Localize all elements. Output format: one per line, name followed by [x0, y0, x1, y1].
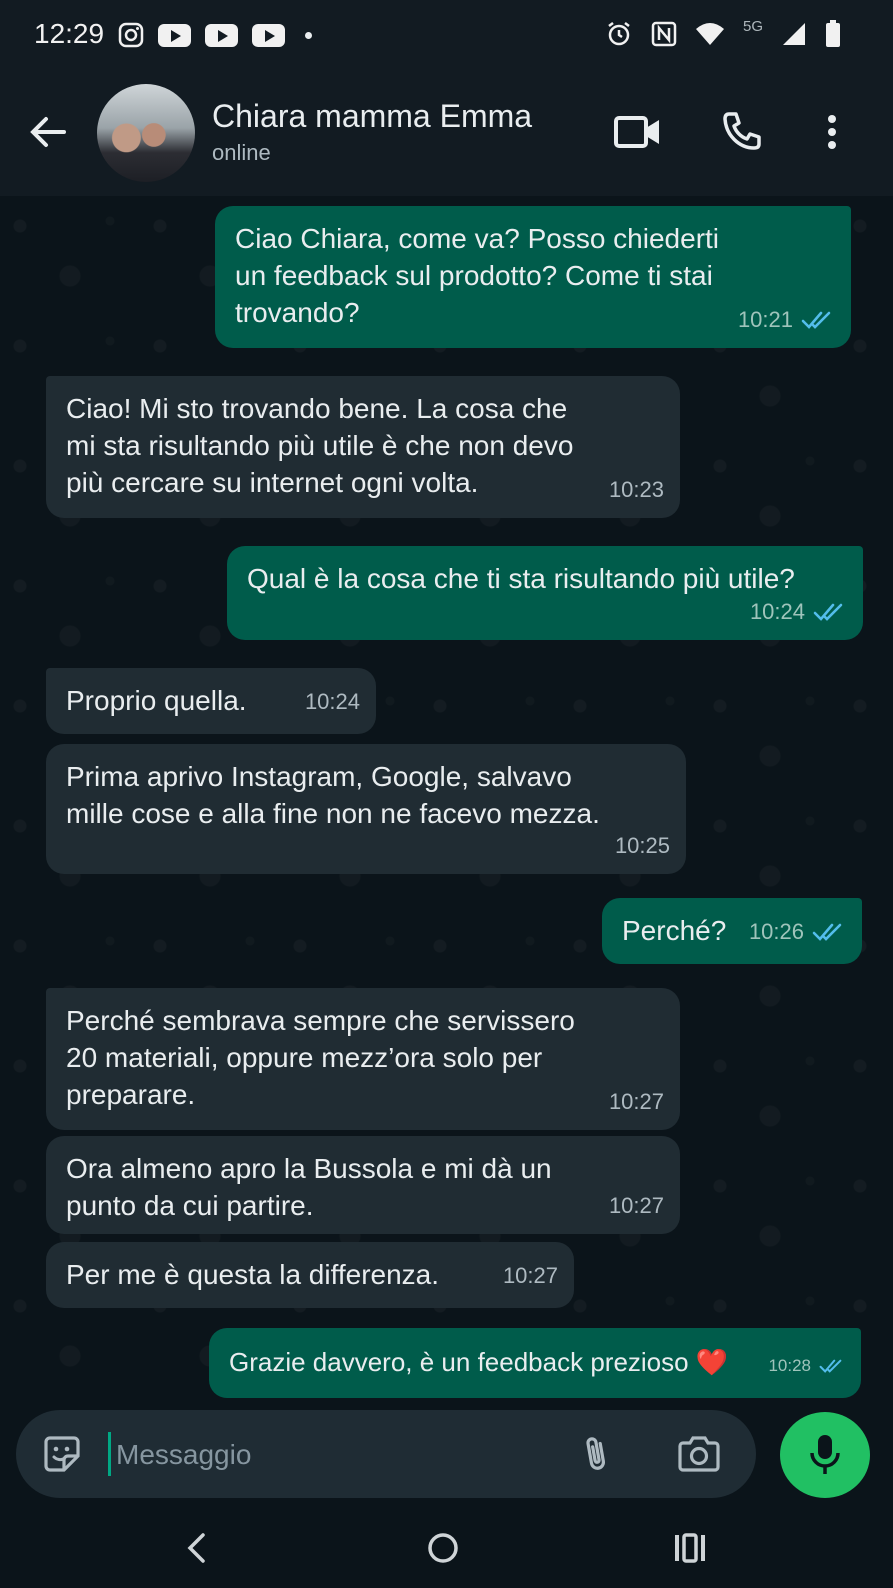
- more-notifications-dot-icon: [305, 31, 312, 39]
- message-time: 10:24: [749, 599, 805, 624]
- message-time: 10:26: [748, 919, 804, 944]
- instagram-icon: [118, 22, 144, 48]
- menu-button[interactable]: [806, 106, 858, 158]
- read-ticks-icon: [801, 311, 831, 329]
- message-bubble-incoming[interactable]: Prima aprivo Instagram, Google, salvavo …: [46, 744, 686, 874]
- message-text: Prima aprivo Instagram, Google, salvavo …: [66, 761, 600, 829]
- contact-avatar[interactable]: [97, 84, 195, 182]
- status-bar: 12:29 5G: [0, 0, 893, 72]
- battery-icon: [826, 20, 840, 47]
- system-navigation-bar: [0, 1508, 893, 1588]
- status-time: 12:29: [34, 18, 105, 49]
- message-input[interactable]: [114, 1430, 558, 1480]
- message-time: 10:27: [608, 1193, 664, 1218]
- message-bubble-outgoing[interactable]: Ciao Chiara, come va? Posso chiederti un…: [215, 206, 851, 348]
- notification-icons: [118, 22, 312, 48]
- video-call-button[interactable]: [612, 106, 664, 158]
- message-text: Ciao! Mi sto trovando bene. La cosa che …: [66, 393, 574, 498]
- message-meta: 10:21: [738, 301, 835, 338]
- sticker-emoji-icon[interactable]: [40, 1432, 84, 1476]
- message-text: Qual è la cosa che ti sta risultando più…: [247, 563, 795, 594]
- message-bubble-incoming[interactable]: Per me è questa la differenza. 10:27: [46, 1242, 574, 1308]
- message-composer: [16, 1410, 756, 1498]
- chat-area[interactable]: Ciao Chiara, come va? Posso chiederti un…: [0, 196, 893, 1402]
- nav-back-icon: [187, 1533, 205, 1563]
- message-time: 10:27: [502, 1263, 558, 1288]
- camera-icon[interactable]: [676, 1432, 722, 1476]
- message-meta: 10:23: [609, 471, 664, 508]
- message-text: Per me è questa la differenza.: [66, 1259, 440, 1290]
- chat-header: Chiara mamma Emma online: [0, 72, 893, 196]
- youtube-icon: [252, 23, 285, 47]
- back-arrow-icon[interactable]: [28, 112, 68, 152]
- message-text: Ora almeno apro la Bussola e mi dà un pu…: [66, 1153, 552, 1221]
- message-bubble-outgoing[interactable]: Grazie davvero, è un feedback prezioso ❤…: [209, 1328, 861, 1398]
- message-meta: 10:24: [750, 593, 847, 630]
- message-text: Grazie davvero, è un feedback prezioso ❤…: [229, 1347, 729, 1377]
- text-cursor: [108, 1432, 111, 1476]
- message-meta: 10:24: [305, 683, 360, 720]
- signal-icon: [783, 23, 805, 45]
- youtube-icon: [205, 23, 238, 47]
- message-meta: 10:27: [609, 1187, 664, 1224]
- read-ticks-icon: [819, 1359, 842, 1373]
- nav-recents-button[interactable]: [668, 1526, 712, 1570]
- youtube-icon: [158, 23, 191, 47]
- nav-back-button[interactable]: [174, 1526, 218, 1570]
- message-time: 10:25: [614, 833, 670, 858]
- video-camera-icon: [614, 116, 659, 148]
- wifi-icon: [695, 23, 724, 45]
- contact-name[interactable]: Chiara mamma Emma: [212, 98, 532, 135]
- message-meta: 10:28: [768, 1347, 845, 1384]
- message-time: 10:27: [608, 1089, 664, 1114]
- message-time: 10:21: [737, 307, 793, 332]
- message-meta: 10:27: [503, 1257, 558, 1294]
- message-bubble-incoming[interactable]: Proprio quella. 10:24: [46, 668, 376, 734]
- contact-status: online: [212, 140, 271, 165]
- nav-recents-icon: [675, 1533, 705, 1563]
- message-time: 10:28: [768, 1356, 811, 1375]
- message-bubble-outgoing[interactable]: Perché? 10:26: [602, 898, 862, 964]
- alarm-icon: [608, 22, 630, 46]
- voice-message-button[interactable]: [780, 1412, 870, 1498]
- nfc-icon: [651, 21, 677, 47]
- nav-home-icon: [428, 1533, 458, 1563]
- message-meta: 10:26: [749, 913, 846, 950]
- read-ticks-icon: [813, 603, 843, 621]
- message-meta: 10:25: [615, 827, 670, 864]
- attachment-paperclip-icon[interactable]: [576, 1432, 620, 1476]
- message-bubble-incoming[interactable]: Ciao! Mi sto trovando bene. La cosa che …: [46, 376, 680, 518]
- microphone-icon: [810, 1435, 840, 1474]
- message-text: Perché sembrava sempre che servissero 20…: [66, 1005, 575, 1110]
- message-time: 10:23: [608, 477, 664, 502]
- system-icons: 5G: [605, 17, 841, 48]
- phone-icon: [723, 112, 761, 150]
- network-type-label: 5G: [742, 17, 763, 35]
- message-bubble-outgoing[interactable]: Qual è la cosa che ti sta risultando più…: [227, 546, 863, 640]
- read-ticks-icon: [812, 923, 842, 941]
- nav-home-button[interactable]: [421, 1526, 465, 1570]
- message-time: 10:24: [304, 689, 360, 714]
- voice-call-button[interactable]: [716, 106, 768, 158]
- message-meta: 10:27: [609, 1083, 664, 1120]
- more-vertical-icon: [828, 115, 836, 149]
- message-bubble-incoming[interactable]: Perché sembrava sempre che servissero 20…: [46, 988, 680, 1130]
- message-bubble-incoming[interactable]: Ora almeno apro la Bussola e mi dà un pu…: [46, 1136, 680, 1234]
